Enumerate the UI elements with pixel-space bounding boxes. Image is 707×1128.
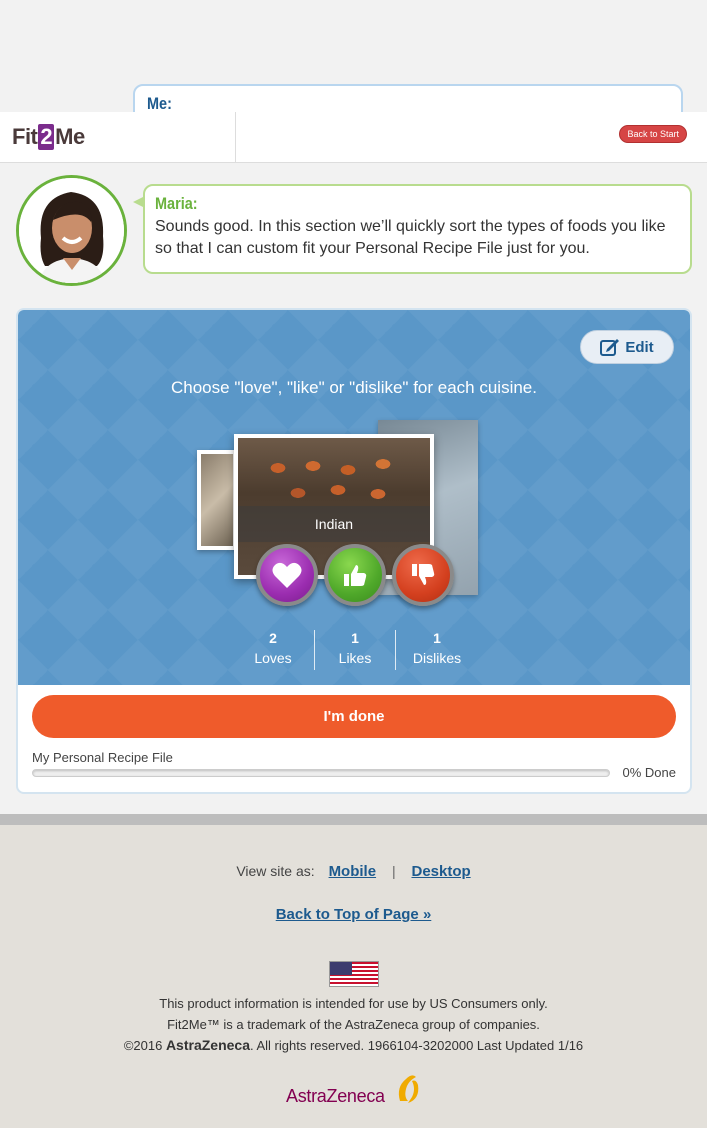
- recipe-progress-bar: [32, 769, 610, 777]
- vote-counts: 2 Loves 1 Likes 1 Dislikes: [18, 630, 690, 670]
- legal-line-2: Fit2Me™ is a trademark of the AstraZenec…: [167, 1017, 540, 1032]
- dislikes-count-value: 1: [433, 630, 441, 646]
- edit-icon: [600, 339, 620, 356]
- likes-count-label: Likes: [338, 650, 372, 666]
- heart-icon: [272, 562, 302, 588]
- recipe-progress-text: 0% Done: [622, 765, 676, 780]
- loves-count: 2 Loves: [232, 630, 314, 666]
- recipe-file-label: My Personal Recipe File: [32, 750, 173, 765]
- logo-text-fit: Fit: [12, 124, 38, 149]
- dislikes-count: 1 Dislikes: [396, 630, 478, 666]
- legal-line-3: ©2016 AstraZeneca. All rights reserved. …: [0, 1035, 707, 1056]
- instruction-text: Choose "love", "like" or "dislike" for e…: [171, 378, 537, 397]
- astrazeneca-logo[interactable]: AstraZeneca: [286, 1071, 426, 1111]
- site-header: Fit 2 Me Back to Start: [0, 112, 707, 163]
- view-site-as: View site as: Mobile | Desktop: [0, 863, 707, 880]
- love-button[interactable]: [256, 544, 318, 606]
- header-divider: [235, 112, 236, 163]
- cuisine-name: Indian: [314, 516, 354, 532]
- dislike-button[interactable]: [392, 544, 454, 606]
- maria-name: Maria:: [155, 194, 198, 213]
- edit-label: Edit: [625, 338, 654, 356]
- back-to-top-wrap: Back to Top of Page »: [0, 906, 707, 924]
- back-to-start-button[interactable]: Back to Start: [619, 125, 687, 143]
- us-flag-icon: [329, 961, 379, 987]
- like-button[interactable]: [324, 544, 386, 606]
- thumbs-up-icon: [344, 565, 367, 586]
- maria-portrait-icon: [19, 178, 124, 283]
- thumbs-down-icon: [412, 564, 435, 585]
- previous-cuisine-card: [197, 450, 237, 550]
- maria-message: Sounds good. In this section we’ll quick…: [155, 218, 666, 257]
- cuisine-sort-panel: Edit Choose "love", "like" or "dislike" …: [16, 308, 692, 794]
- view-site-label: View site as:: [236, 863, 315, 879]
- fit2me-logo[interactable]: Fit 2 Me: [12, 124, 85, 150]
- likes-count: 1 Likes: [314, 630, 396, 666]
- logo-text-2: 2: [38, 124, 55, 150]
- copyright-prefix: ©2016: [123, 1038, 166, 1053]
- logo-text-me: Me: [55, 124, 85, 149]
- edit-button[interactable]: Edit: [580, 330, 674, 364]
- site-footer: View site as: Mobile | Desktop Back to T…: [0, 825, 707, 1128]
- me-name: Me:: [147, 94, 172, 113]
- legal-line-1: This product information is intended for…: [159, 996, 548, 1011]
- copyright-brand: AstraZeneca: [165, 1037, 250, 1053]
- likes-count-value: 1: [351, 630, 359, 646]
- desktop-link[interactable]: Desktop: [411, 863, 470, 880]
- maria-avatar: [16, 175, 127, 286]
- loves-count-value: 2: [269, 630, 277, 646]
- legal-text: This product information is intended for…: [0, 993, 707, 1056]
- astrazeneca-symbol-icon: [398, 1075, 419, 1103]
- copyright-suffix: . All rights reserved. 1966104-3202000 L…: [249, 1038, 584, 1053]
- mobile-link[interactable]: Mobile: [329, 863, 377, 880]
- astrazeneca-logo-text: AstraZeneca: [286, 1086, 385, 1106]
- dislikes-count-label: Dislikes: [412, 650, 462, 666]
- loves-count-label: Loves: [254, 650, 292, 666]
- view-separator: |: [391, 863, 396, 879]
- back-to-top-link[interactable]: Back to Top of Page »: [276, 906, 432, 923]
- im-done-button[interactable]: I'm done: [32, 695, 676, 738]
- maria-chat-bubble: Maria: Sounds good. In this section we’l…: [133, 184, 692, 274]
- footer-divider-bar: [0, 814, 707, 825]
- cuisine-card-area: Edit Choose "love", "like" or "dislike" …: [18, 310, 690, 685]
